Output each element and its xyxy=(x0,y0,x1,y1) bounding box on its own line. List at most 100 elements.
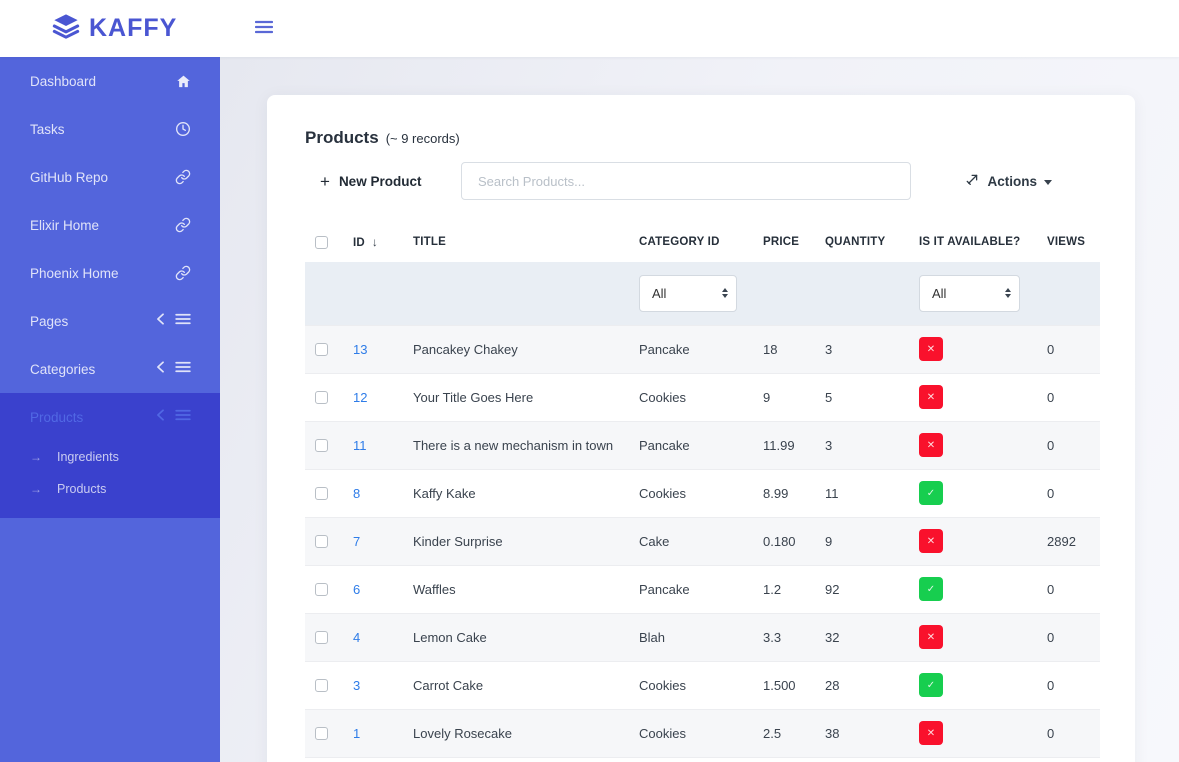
row-checkbox[interactable] xyxy=(315,583,328,596)
row-views: 0 xyxy=(1047,421,1100,469)
row-title: Waffles xyxy=(413,565,639,613)
actions-dropdown-button[interactable]: Actions xyxy=(965,172,1052,190)
arrow-right-icon: → xyxy=(30,450,57,464)
row-id-link[interactable]: 6 xyxy=(353,582,360,597)
link-icon xyxy=(175,217,191,233)
row-quantity: 32 xyxy=(825,613,919,661)
column-header-price[interactable]: PRICE xyxy=(763,236,799,248)
link-icon xyxy=(175,169,191,185)
chevron-left-icon xyxy=(156,408,165,426)
sidebar-subitem-ingredients[interactable]: → Ingredients xyxy=(0,441,220,473)
column-header-views[interactable]: VIEWS xyxy=(1047,236,1085,248)
link-icon xyxy=(175,265,191,281)
availability-badge: ✓ xyxy=(919,673,943,697)
plus-icon: + xyxy=(320,173,330,190)
table-row: 6 Waffles Pancake 1.2 92 ✓ 0 xyxy=(305,565,1100,613)
sidebar-item-tasks[interactable]: Tasks xyxy=(0,105,220,153)
main-content: Products (~ 9 records) + New Product xyxy=(220,57,1179,762)
row-views: 0 xyxy=(1047,469,1100,517)
chevron-left-icon xyxy=(156,312,165,330)
row-checkbox[interactable] xyxy=(315,679,328,692)
table-row: 7 Kinder Surprise Cake 0.180 9 ✕ 2892 xyxy=(305,517,1100,565)
select-all-checkbox[interactable] xyxy=(315,236,328,249)
row-checkbox[interactable] xyxy=(315,487,328,500)
row-id-link[interactable]: 8 xyxy=(353,486,360,501)
products-table: ID ↓ TITLE CATEGORY ID PRICE QUANTITY IS … xyxy=(305,222,1100,758)
menu-icon xyxy=(175,408,191,426)
row-price: 2.5 xyxy=(763,709,825,757)
column-header-category-id[interactable]: CATEGORY ID xyxy=(639,236,720,248)
table-header-row: ID ↓ TITLE CATEGORY ID PRICE QUANTITY IS … xyxy=(305,222,1100,262)
row-price: 0.180 xyxy=(763,517,825,565)
sidebar-subitem-products[interactable]: → Products xyxy=(0,473,220,505)
availability-filter-select[interactable]: All xyxy=(919,275,1020,312)
table-row: 12 Your Title Goes Here Cookies 9 5 ✕ 0 xyxy=(305,373,1100,421)
row-category: Blah xyxy=(639,613,763,661)
menu-icon xyxy=(175,360,191,378)
availability-badge: ✕ xyxy=(919,529,943,553)
row-category: Pancake xyxy=(639,325,763,373)
row-id-link[interactable]: 7 xyxy=(353,534,360,549)
row-title: Kaffy Kake xyxy=(413,469,639,517)
table-row: 1 Lovely Rosecake Cookies 2.5 38 ✕ 0 xyxy=(305,709,1100,757)
row-id-link[interactable]: 12 xyxy=(353,390,367,405)
availability-badge: ✕ xyxy=(919,385,943,409)
row-id-link[interactable]: 13 xyxy=(353,342,367,357)
row-views: 0 xyxy=(1047,325,1100,373)
row-category: Pancake xyxy=(639,565,763,613)
row-id-link[interactable]: 1 xyxy=(353,726,360,741)
availability-badge: ✓ xyxy=(919,481,943,505)
records-count: (~ 9 records) xyxy=(386,131,460,146)
row-id-link[interactable]: 4 xyxy=(353,630,360,645)
row-checkbox[interactable] xyxy=(315,343,328,356)
sidebar-item-dashboard[interactable]: Dashboard xyxy=(0,57,220,105)
sidebar-item-elixir-home[interactable]: Elixir Home xyxy=(0,201,220,249)
arrow-right-icon: → xyxy=(30,482,57,496)
table-filter-row: All All xyxy=(305,262,1100,325)
row-category: Cookies xyxy=(639,373,763,421)
arrow-up-right-icon xyxy=(965,172,980,190)
row-category: Cookies xyxy=(639,469,763,517)
search-input[interactable] xyxy=(461,162,911,200)
category-filter-select[interactable]: All xyxy=(639,275,737,312)
sidebar-item-github-repo[interactable]: GitHub Repo xyxy=(0,153,220,201)
brand[interactable]: KAFFY xyxy=(0,12,177,45)
row-price: 1.500 xyxy=(763,661,825,709)
row-checkbox[interactable] xyxy=(315,391,328,404)
row-checkbox[interactable] xyxy=(315,535,328,548)
sort-desc-icon: ↓ xyxy=(372,235,378,249)
column-header-available[interactable]: IS IT AVAILABLE? xyxy=(919,236,1020,248)
row-views: 2892 xyxy=(1047,517,1100,565)
row-views: 0 xyxy=(1047,613,1100,661)
availability-badge: ✕ xyxy=(919,337,943,361)
menu-icon xyxy=(175,312,191,330)
new-product-button[interactable]: + New Product xyxy=(320,173,421,190)
row-quantity: 5 xyxy=(825,373,919,421)
row-price: 1.2 xyxy=(763,565,825,613)
hamburger-icon xyxy=(255,22,273,37)
column-header-id[interactable]: ID xyxy=(353,237,365,249)
sidebar-item-products[interactable]: Products xyxy=(0,393,220,441)
column-header-quantity[interactable]: QUANTITY xyxy=(825,236,885,248)
availability-badge: ✕ xyxy=(919,433,943,457)
row-quantity: 28 xyxy=(825,661,919,709)
layers-icon xyxy=(52,12,80,45)
availability-badge: ✕ xyxy=(919,721,943,745)
table-row: 13 Pancakey Chakey Pancake 18 3 ✕ 0 xyxy=(305,325,1100,373)
row-checkbox[interactable] xyxy=(315,727,328,740)
row-checkbox[interactable] xyxy=(315,439,328,452)
sidebar-toggle-button[interactable] xyxy=(251,16,277,41)
sidebar-item-phoenix-home[interactable]: Phoenix Home xyxy=(0,249,220,297)
row-quantity: 3 xyxy=(825,421,919,469)
row-views: 0 xyxy=(1047,565,1100,613)
row-quantity: 38 xyxy=(825,709,919,757)
row-id-link[interactable]: 11 xyxy=(353,438,367,453)
row-checkbox[interactable] xyxy=(315,631,328,644)
sidebar-group-products: Products → Ingredients → Products xyxy=(0,393,220,518)
row-price: 9 xyxy=(763,373,825,421)
row-title: Carrot Cake xyxy=(413,661,639,709)
sidebar-item-pages[interactable]: Pages xyxy=(0,297,220,345)
row-id-link[interactable]: 3 xyxy=(353,678,360,693)
column-header-title[interactable]: TITLE xyxy=(413,236,446,248)
sidebar-item-categories[interactable]: Categories xyxy=(0,345,220,393)
